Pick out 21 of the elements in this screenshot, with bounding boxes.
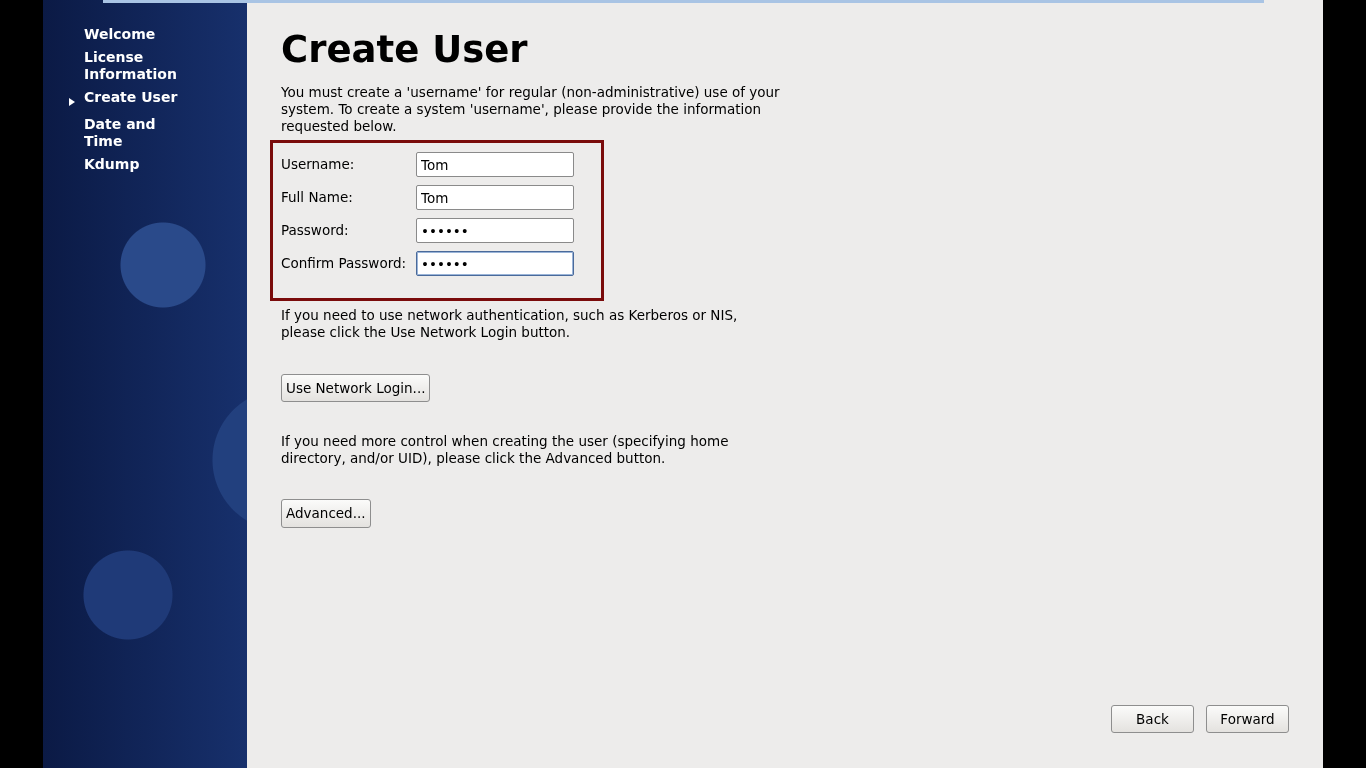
sidebar-item: Date and Time <box>84 116 157 150</box>
input-field[interactable]: Tom <box>416 152 574 177</box>
field-label: Confirm Password: <box>281 254 408 274</box>
input-field[interactable]: •••••• <box>416 218 574 243</box>
network-text: If you need to use network authentication, such as Kerberos or NIS, please click the Use Network Login button. <box>281 307 739 341</box>
field-label: Password: <box>281 221 350 241</box>
sidebar-item: Welcome <box>84 26 157 43</box>
intro-text: You must create a 'username' for regular (non-administrative) use of your system. To create a system 'username', please provide the information requested below. <box>281 84 781 135</box>
nav-button[interactable]: Back <box>1111 704 1194 733</box>
page-title: Create User <box>281 28 529 72</box>
advanced-button[interactable]: Advanced... <box>281 499 371 528</box>
input-field[interactable]: •••••• <box>416 251 574 276</box>
network-login-button[interactable]: Use Network Login... <box>281 374 431 403</box>
sidebar-item: License Information <box>84 49 178 83</box>
sidebar-item: Create User <box>84 89 179 106</box>
field-label: Full Name: <box>281 188 354 208</box>
input-field[interactable]: Tom <box>416 185 574 210</box>
field-label: Username: <box>281 155 356 175</box>
sidebar-item: Kdump <box>84 156 141 173</box>
advanced-text: If you need more control when creating the user (specifying home directory, and/or UID), please click the Advanced button. <box>281 433 730 468</box>
nav-button[interactable]: Forward <box>1206 704 1289 733</box>
